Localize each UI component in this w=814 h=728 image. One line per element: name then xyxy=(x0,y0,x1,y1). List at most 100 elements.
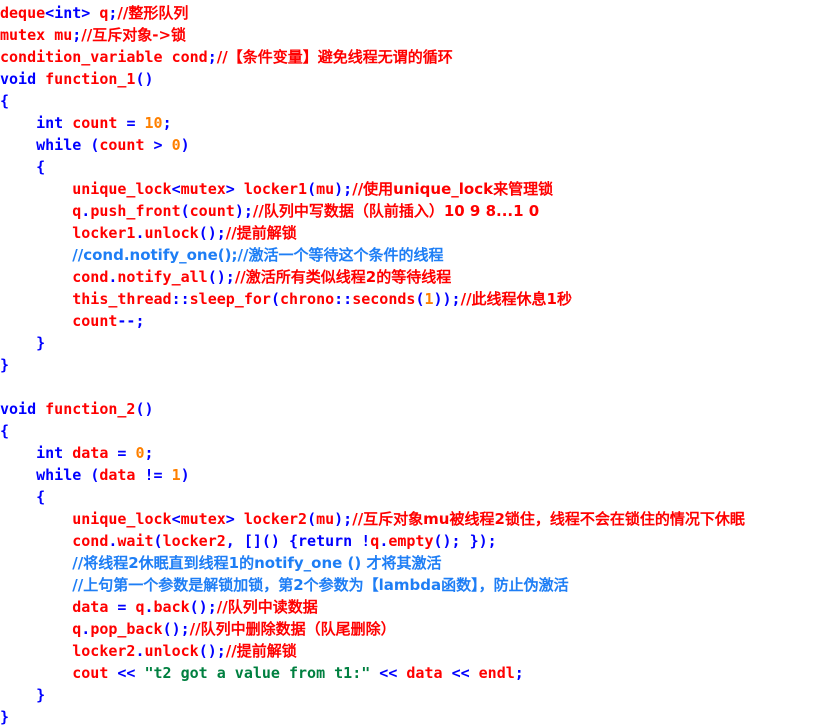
code-token-cmt: //此线程休息1秒 xyxy=(460,290,572,308)
code-line: unique_lock<mutex> locker1(mu);//使用uniqu… xyxy=(0,178,814,200)
code-line: while (count > 0) xyxy=(0,134,814,156)
code-token-cmt: //整形队列 xyxy=(117,4,189,22)
code-token-ident: locker2 xyxy=(243,510,308,528)
code-token-ident: count xyxy=(99,136,154,154)
code-token-key: void xyxy=(0,70,46,88)
code-token-cmt-blue: //cond.notify_one();//激活一个等待这个条件的线程 xyxy=(72,246,444,264)
code-line: data = q.back();//队列中读数据 xyxy=(0,596,814,618)
code-token-ident: unlock xyxy=(144,224,199,242)
code-token-key: int xyxy=(54,4,82,22)
code-token-punct: (); }); xyxy=(433,532,497,550)
code-token-ident: data xyxy=(406,664,452,682)
code-token-key: while xyxy=(36,136,91,154)
code-line: count--; xyxy=(0,310,814,332)
code-line: void function_2() xyxy=(0,398,814,420)
code-token-cmt: //提前解锁 xyxy=(225,224,297,242)
code-token-num: 0 xyxy=(135,444,145,462)
code-token-ident: mutex xyxy=(0,26,55,44)
code-token-ident: notify_all xyxy=(117,268,208,286)
code-token-punct: ( xyxy=(307,180,317,198)
code-token-punct xyxy=(0,114,36,132)
code-token-punct: < xyxy=(171,510,181,528)
code-token-ident: function_2 xyxy=(45,400,136,418)
code-token-ident: mutex xyxy=(180,510,226,528)
code-token-punct: > xyxy=(81,4,100,22)
code-token-cmt-blue: //上句第一个参数是解锁加锁，第2个参数为【lambda函数】，防止伪激活 xyxy=(72,576,569,594)
code-token-cmt: //激活所有类似线程2的等待线程 xyxy=(234,268,452,286)
code-token-ident: chrono xyxy=(279,290,335,308)
code-token-punct xyxy=(0,532,72,550)
code-token-punct xyxy=(0,510,72,528)
code-line: } xyxy=(0,354,814,376)
code-token-ident: locker1 xyxy=(72,224,136,242)
code-token-ident: this_thread xyxy=(72,290,172,308)
code-token-punct: ) xyxy=(180,466,190,484)
code-token-punct xyxy=(0,224,72,242)
code-token-punct: < xyxy=(171,180,181,198)
code-token-str: "t2 got a value from t1:" xyxy=(144,664,371,682)
code-token-punct: { xyxy=(0,422,10,440)
code-token-ident: empty xyxy=(388,532,434,550)
code-token-key: while xyxy=(36,466,91,484)
code-token-punct xyxy=(0,554,72,572)
code-token-ident: unique_lock xyxy=(72,510,172,528)
code-token-num: 1 xyxy=(424,290,434,308)
code-token-cmt-blue: //将线程2休眠直到线程1的notify_one () 才将其激活 xyxy=(72,554,442,572)
code-token-punct: { xyxy=(0,92,10,110)
code-token-punct: () xyxy=(135,400,154,418)
code-token-punct xyxy=(0,136,36,154)
code-token-ident: mu xyxy=(316,180,335,198)
code-token-ident: cond xyxy=(72,532,109,550)
code-line: locker1.unlock();//提前解锁 xyxy=(0,222,814,244)
code-line: { xyxy=(0,420,814,442)
code-token-punct xyxy=(0,444,36,462)
code-token-ident: back xyxy=(153,598,190,616)
code-token-punct: (); xyxy=(207,268,235,286)
code-token-punct: << xyxy=(370,664,407,682)
code-line: this_thread::sleep_for(chrono::seconds(1… xyxy=(0,288,814,310)
code-token-punct: << xyxy=(117,664,145,682)
code-line: q.pop_back();//队列中删除数据（队尾删除） xyxy=(0,618,814,640)
code-token-ident: mutex xyxy=(180,180,226,198)
code-token-num: 0 xyxy=(171,136,181,154)
code-line: mutex mu;//互斥对象->锁 xyxy=(0,24,814,46)
code-token-punct: = xyxy=(117,598,136,616)
code-line: int count = 10; xyxy=(0,112,814,134)
code-line: deque<int> q;//整形队列 xyxy=(0,2,814,24)
code-token-ident: locker2 xyxy=(72,642,136,660)
code-token-punct: } xyxy=(0,356,10,374)
code-token-punct: ( xyxy=(307,510,317,528)
code-token-punct: --; xyxy=(117,312,145,330)
code-token-punct xyxy=(0,202,72,220)
code-token-punct: ; xyxy=(514,664,524,682)
code-token-punct: (); xyxy=(198,642,226,660)
code-token-ident: q xyxy=(72,202,82,220)
code-token-ident: cout xyxy=(72,664,118,682)
code-token-punct: )); xyxy=(433,290,461,308)
code-token-punct: ; xyxy=(207,48,217,66)
code-token-punct: < xyxy=(45,4,55,22)
code-listing[interactable]: deque<int> q;//整形队列 mutex mu;//互斥对象->锁 con… xyxy=(0,0,814,728)
code-line: int data = 0; xyxy=(0,442,814,464)
code-token-punct: :: xyxy=(334,290,353,308)
code-token-punct: ) xyxy=(180,136,190,154)
code-token-punct: ( xyxy=(270,290,280,308)
code-token-punct xyxy=(0,576,72,594)
code-token-ident: condition_variable xyxy=(0,48,172,66)
code-token-punct xyxy=(0,642,72,660)
code-line: unique_lock<mutex> locker2(mu);//互斥对象mu被… xyxy=(0,508,814,530)
code-token-ident: cond xyxy=(72,268,109,286)
code-token-ident: locker1 xyxy=(243,180,308,198)
code-line: } xyxy=(0,684,814,706)
code-line: { xyxy=(0,90,814,112)
code-token-ident: mu xyxy=(316,510,335,528)
code-token-ident: count xyxy=(189,202,235,220)
code-token-punct: > xyxy=(225,180,244,198)
code-token-punct: . xyxy=(135,224,145,242)
code-token-punct xyxy=(0,268,72,286)
code-token-punct: . xyxy=(81,202,91,220)
code-token-punct: ( xyxy=(180,202,190,220)
code-token-cmt: //队列中读数据 xyxy=(216,598,318,616)
code-token-punct: } xyxy=(0,708,10,726)
code-token-punct: != xyxy=(144,466,172,484)
